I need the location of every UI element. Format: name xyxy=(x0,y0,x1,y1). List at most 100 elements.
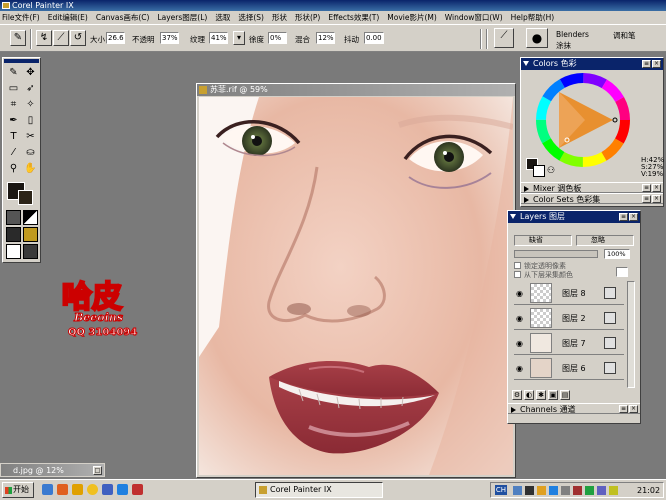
menu-movie[interactable]: Movie影片(M) xyxy=(387,12,437,23)
grain-dropdown-icon[interactable]: ▾ xyxy=(233,31,245,45)
lasso-icon[interactable]: ➶ xyxy=(23,81,38,96)
menu-canvas[interactable]: Canvas画布(C) xyxy=(96,12,150,23)
secondary-color-swatch[interactable] xyxy=(18,190,33,205)
menu-effects[interactable]: Effects效果(T) xyxy=(328,12,379,23)
brush-selector[interactable]: Blenders 调和笔 涂抹 xyxy=(555,29,663,50)
text-icon[interactable]: T xyxy=(6,129,21,144)
qq-icon[interactable] xyxy=(87,484,98,495)
clone-color-icon[interactable]: ⚇ xyxy=(547,166,557,176)
scissors-icon[interactable]: ✂ xyxy=(23,129,38,144)
tray-icon[interactable] xyxy=(525,486,534,495)
layer-row[interactable]: ◉ 图层 7 xyxy=(514,331,624,355)
dropper-icon[interactable]: ⁄ xyxy=(6,145,21,160)
channels-panel-header[interactable]: Channels 通道 ≡ × xyxy=(508,403,640,414)
layer-row[interactable]: ◉ 图层 6 xyxy=(514,356,624,380)
collapse-triangle-icon[interactable] xyxy=(523,61,529,66)
tray-icon[interactable] xyxy=(573,486,582,495)
magic-wand-icon[interactable]: ✧ xyxy=(23,97,38,112)
visibility-eye-icon[interactable]: ◉ xyxy=(516,364,523,373)
taskbar-item-painter[interactable]: Corel Painter IX xyxy=(255,482,383,498)
panel-menu-icon[interactable]: ≡ xyxy=(619,213,628,221)
menu-layers[interactable]: Layers图层(L) xyxy=(157,12,207,23)
brush-icon[interactable]: ✎ xyxy=(6,65,21,80)
delete-layer-icon[interactable]: ▤ xyxy=(560,390,570,400)
color-sets-panel-header[interactable]: Color Sets 色彩集 ≡ × xyxy=(521,193,663,204)
player-icon[interactable] xyxy=(132,484,143,495)
panel-menu-icon[interactable]: ≡ xyxy=(619,405,628,413)
pick-up-underlying-checkbox[interactable] xyxy=(514,271,521,278)
expand-triangle-icon[interactable] xyxy=(511,407,516,413)
layers-scrollbar[interactable] xyxy=(627,281,635,388)
visibility-eye-icon[interactable]: ◉ xyxy=(516,289,523,298)
speaker-icon[interactable] xyxy=(561,486,570,495)
nozzle-selector-icon[interactable] xyxy=(23,244,38,259)
resat-field[interactable]: 12% xyxy=(316,32,335,44)
composite-depth-select[interactable]: 忽略 xyxy=(576,235,634,246)
weaving-selector-icon[interactable] xyxy=(23,227,38,242)
mixer-panel-header[interactable]: Mixer 调色板 ≡ × xyxy=(521,182,663,193)
move-icon[interactable]: ✥ xyxy=(23,65,38,80)
gradient-selector-icon[interactable] xyxy=(23,210,38,225)
size-field[interactable]: 26.6 xyxy=(106,32,125,44)
freehand-stroke-icon[interactable]: ↯ xyxy=(36,30,52,46)
pattern-selector-icon[interactable] xyxy=(6,227,21,242)
tray-icon[interactable] xyxy=(513,486,522,495)
grain-field[interactable]: 41% xyxy=(209,32,228,44)
outlook-icon[interactable] xyxy=(102,484,113,495)
ie-icon[interactable] xyxy=(42,484,53,495)
bleed-field[interactable]: 0% xyxy=(268,32,287,44)
start-button[interactable]: 开始 xyxy=(2,482,34,498)
preserve-transparency-checkbox[interactable] xyxy=(514,262,521,269)
minimized-document-window[interactable]: d.jpg @ 12% □ xyxy=(0,463,105,477)
straight-line-icon[interactable]: ⟋ xyxy=(53,30,69,46)
input-language[interactable]: CH xyxy=(495,485,507,495)
panel-close-icon[interactable]: × xyxy=(652,195,661,203)
dry-digital-watercolor-button[interactable] xyxy=(616,267,628,277)
colors-panel-title[interactable]: Colors 色彩 ≡ × xyxy=(521,58,663,70)
tray-icon[interactable] xyxy=(537,486,546,495)
new-layer-icon[interactable]: ▣ xyxy=(548,390,558,400)
layers-panel-title[interactable]: Layers 图层 ≡ × xyxy=(508,211,640,223)
tray-icon[interactable] xyxy=(597,486,606,495)
visibility-eye-icon[interactable]: ◉ xyxy=(516,339,523,348)
menu-edit[interactable]: Edit编辑(E) xyxy=(48,12,88,23)
layer-mask-icon[interactable]: ◐ xyxy=(524,390,534,400)
panel-close-icon[interactable]: × xyxy=(629,213,638,221)
restore-icon[interactable]: □ xyxy=(93,466,102,475)
layer-row[interactable]: ◉ 图层 2 xyxy=(514,306,624,330)
tray-icon[interactable] xyxy=(609,486,618,495)
expand-triangle-icon[interactable] xyxy=(524,197,529,203)
brush-variant-icon[interactable]: ● xyxy=(526,28,548,48)
crop-icon[interactable]: ⌗ xyxy=(6,97,21,112)
rectangle-shape-icon[interactable]: ▯ xyxy=(23,113,38,128)
messenger-icon[interactable] xyxy=(117,484,128,495)
panel-menu-icon[interactable]: ≡ xyxy=(642,184,651,192)
visibility-eye-icon[interactable]: ◉ xyxy=(516,314,523,323)
layer-opacity-field[interactable]: 100% xyxy=(604,249,630,259)
folder-icon[interactable] xyxy=(72,484,83,495)
menu-window[interactable]: Window窗口(W) xyxy=(445,12,503,23)
tray-icon[interactable] xyxy=(549,486,558,495)
panel-close-icon[interactable]: × xyxy=(652,60,661,68)
jitter-field[interactable]: 0.00 xyxy=(364,32,384,44)
dynamic-plugin-icon[interactable]: ✱ xyxy=(536,390,546,400)
panel-menu-icon[interactable]: ≡ xyxy=(642,60,651,68)
panel-close-icon[interactable]: × xyxy=(652,184,661,192)
layer-adjuster-icon[interactable]: ⚙ xyxy=(512,390,522,400)
painting-canvas[interactable] xyxy=(199,97,513,475)
menu-select[interactable]: 选择(S) xyxy=(238,12,264,23)
brush-tool-icon[interactable]: ✎ xyxy=(10,30,26,46)
expand-triangle-icon[interactable] xyxy=(524,186,529,192)
tray-icon[interactable] xyxy=(585,486,594,495)
color-wheel[interactable] xyxy=(535,72,631,168)
layer-row[interactable]: ◉ 图层 8 xyxy=(514,281,624,305)
brush-category-icon[interactable]: ⟋ xyxy=(494,28,514,48)
menu-shapes[interactable]: 形状(P) xyxy=(295,12,320,23)
menu-file[interactable]: File文件(F) xyxy=(2,12,40,23)
look-selector-icon[interactable] xyxy=(6,244,21,259)
secondary-color-chip[interactable] xyxy=(533,165,545,177)
panel-menu-icon[interactable]: ≡ xyxy=(642,195,651,203)
panel-close-icon[interactable]: × xyxy=(629,405,638,413)
menu-shapes-cn[interactable]: 形状 xyxy=(272,12,287,23)
composite-method-select[interactable]: 缺省 xyxy=(514,235,572,246)
